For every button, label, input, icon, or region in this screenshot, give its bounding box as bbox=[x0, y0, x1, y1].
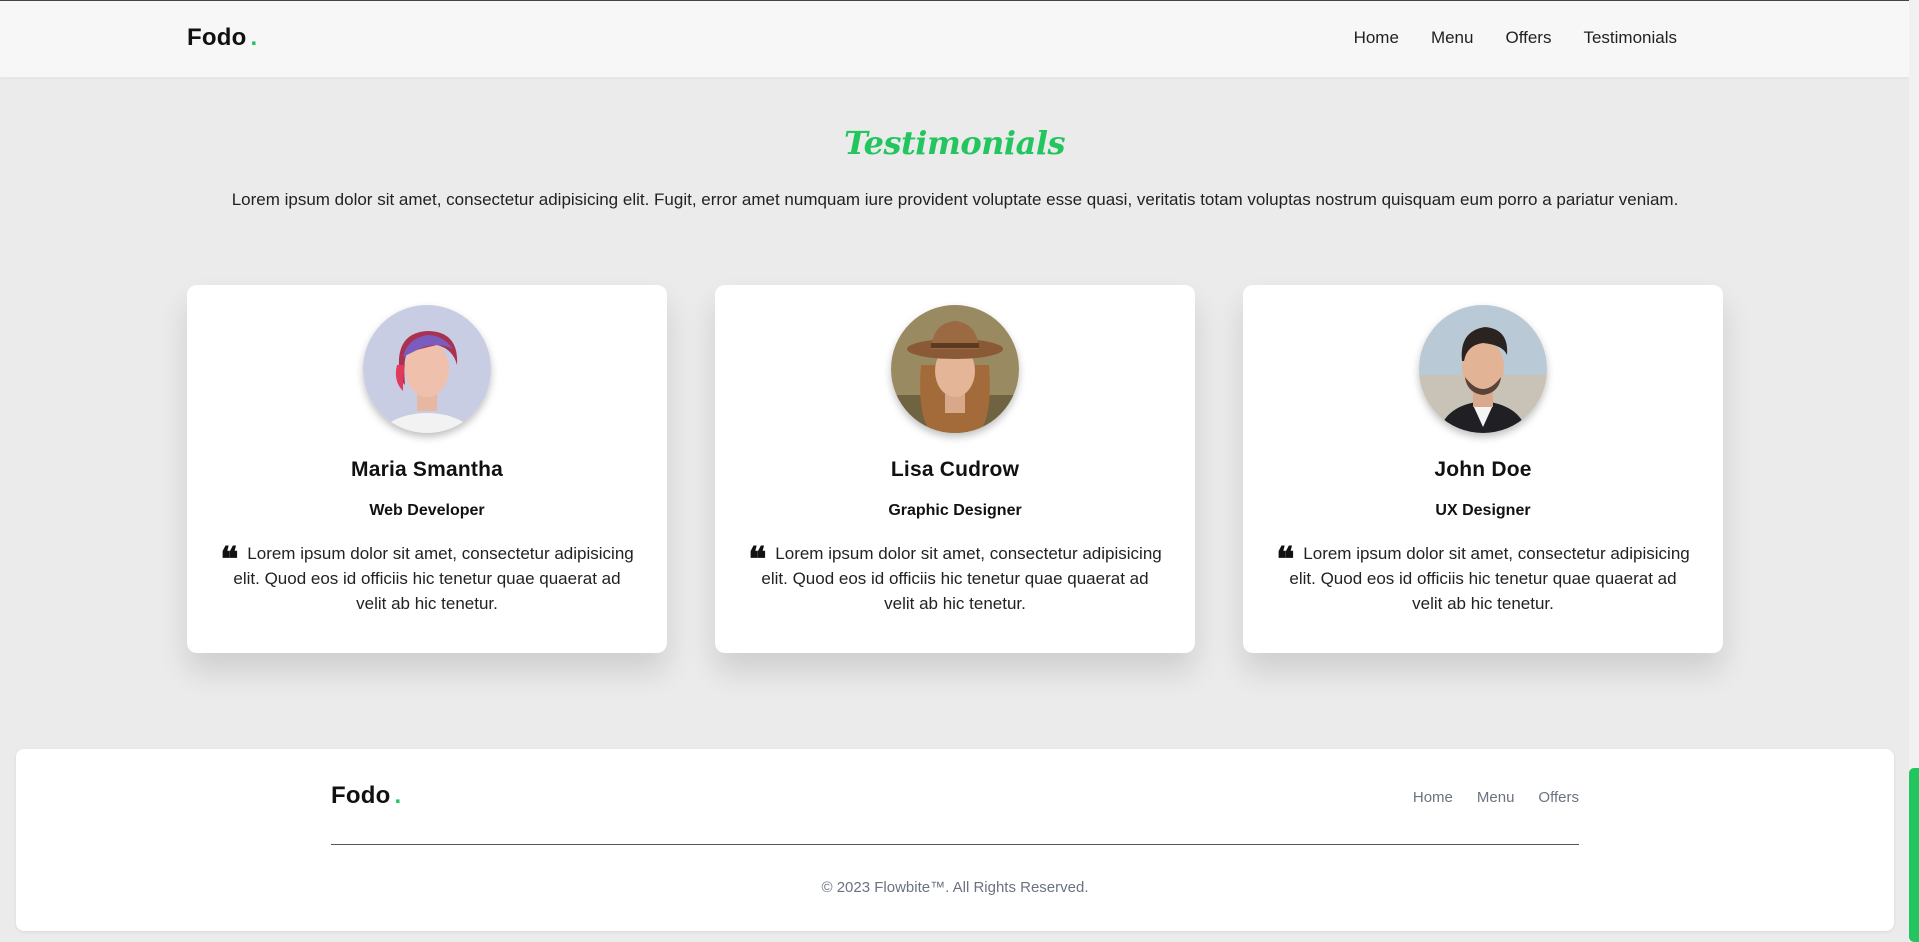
testimonial-quote: ❝ Lorem ipsum dolor sit amet, consectetu… bbox=[745, 541, 1165, 616]
copyright-text: © 2023 Flowbite™. All Rights Reserved. bbox=[821, 879, 1089, 896]
footer-nav: Home Menu Offers bbox=[1413, 789, 1579, 806]
header-logo-text: Fodo bbox=[187, 24, 247, 51]
testimonial-quote-text: Lorem ipsum dolor sit amet, consectetur … bbox=[233, 544, 634, 613]
footer-link-menu[interactable]: Menu bbox=[1477, 789, 1515, 806]
avatar bbox=[363, 305, 491, 433]
testimonial-role: UX Designer bbox=[1435, 502, 1531, 519]
section-description: Lorem ipsum dolor sit amet, consectetur … bbox=[231, 190, 1679, 209]
testimonial-name: Lisa Cudrow bbox=[890, 458, 1020, 481]
quote-open-icon: ❝ bbox=[220, 540, 239, 580]
footer-logo-text: Fodo bbox=[331, 782, 391, 809]
footer-logo-dot: . bbox=[394, 782, 402, 809]
avatar-image bbox=[891, 305, 1019, 433]
footer-logo[interactable]: Fodo. bbox=[331, 782, 401, 810]
footer-divider bbox=[331, 844, 1579, 845]
nav-link-menu[interactable]: Menu bbox=[1431, 28, 1474, 48]
footer-link-offers[interactable]: Offers bbox=[1538, 789, 1579, 806]
site-header: Fodo. Home Menu Offers Testimonials bbox=[0, 1, 1909, 77]
page-scrollbar[interactable] bbox=[1909, 0, 1919, 942]
site-footer: Fodo. Home Menu Offers © 2023 Flowbite™.… bbox=[16, 749, 1894, 931]
testimonial-card: Maria Smantha Web Developer ❝ Lorem ipsu… bbox=[187, 285, 667, 653]
scrollbar-thumb[interactable] bbox=[1909, 768, 1919, 942]
avatar-image bbox=[363, 305, 491, 433]
testimonial-cards: Maria Smantha Web Developer ❝ Lorem ipsu… bbox=[187, 285, 1723, 653]
avatar-image bbox=[1419, 305, 1547, 433]
quote-open-icon: ❝ bbox=[748, 540, 767, 580]
testimonial-card: John Doe UX Designer ❝ Lorem ipsum dolor… bbox=[1243, 285, 1723, 653]
testimonial-quote: ❝ Lorem ipsum dolor sit amet, consectetu… bbox=[1273, 541, 1693, 616]
nav-link-offers[interactable]: Offers bbox=[1505, 28, 1551, 48]
avatar bbox=[891, 305, 1019, 433]
testimonial-name: John Doe bbox=[1434, 458, 1532, 481]
testimonial-quote-text: Lorem ipsum dolor sit amet, consectetur … bbox=[1289, 544, 1690, 613]
footer-link-home[interactable]: Home bbox=[1413, 789, 1453, 806]
avatar bbox=[1419, 305, 1547, 433]
testimonial-quote-text: Lorem ipsum dolor sit amet, consectetur … bbox=[761, 544, 1162, 613]
testimonial-quote: ❝ Lorem ipsum dolor sit amet, consectetu… bbox=[217, 541, 637, 616]
testimonial-role: Graphic Designer bbox=[888, 502, 1022, 519]
header-logo-dot: . bbox=[250, 24, 258, 51]
header-logo[interactable]: Fodo. bbox=[187, 24, 257, 52]
testimonial-role: Web Developer bbox=[369, 502, 485, 519]
section-title: Testimonials bbox=[844, 124, 1065, 162]
nav-link-home[interactable]: Home bbox=[1354, 28, 1399, 48]
top-nav: Home Menu Offers Testimonials bbox=[1354, 28, 1677, 48]
testimonial-card: Lisa Cudrow Graphic Designer ❝ Lorem ips… bbox=[715, 285, 1195, 653]
testimonial-name: Maria Smantha bbox=[351, 458, 503, 481]
quote-open-icon: ❝ bbox=[1276, 540, 1295, 580]
nav-link-testimonials[interactable]: Testimonials bbox=[1583, 28, 1677, 48]
